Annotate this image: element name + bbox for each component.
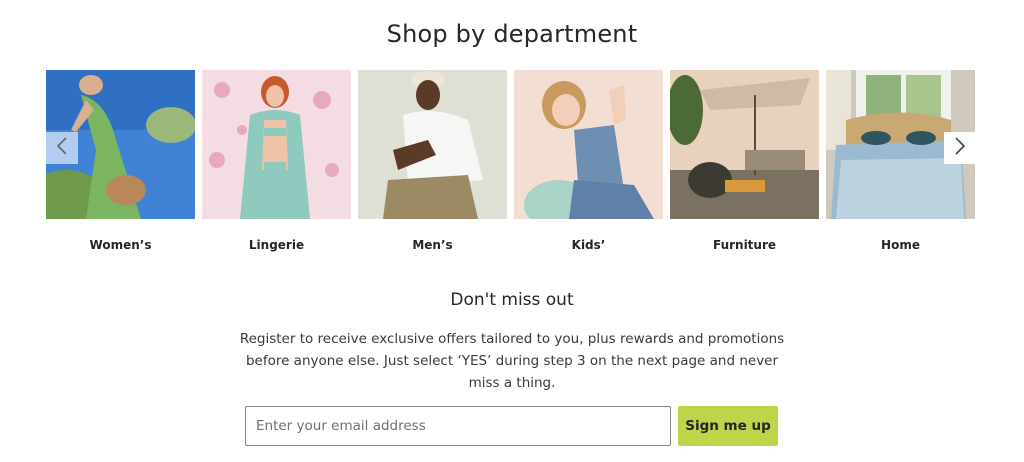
carousel-next-button[interactable] — [944, 132, 976, 164]
chevron-left-icon — [56, 137, 68, 159]
department-tile-mens[interactable]: Men’s — [358, 70, 507, 252]
chevron-right-icon — [954, 137, 966, 159]
furniture-image — [670, 70, 819, 219]
mens-image — [358, 70, 507, 219]
department-label: Furniture — [712, 238, 777, 252]
carousel-prev-button[interactable] — [46, 132, 78, 164]
newsletter-title: Don't miss out — [450, 290, 574, 310]
newsletter-description: Register to receive exclusive offers tai… — [239, 331, 785, 391]
department-label: Men’s — [412, 238, 453, 252]
department-label: Kids’ — [571, 238, 606, 252]
department-tile-furniture[interactable]: Furniture — [670, 70, 819, 252]
kids-image — [514, 70, 663, 219]
department-tile-lingerie[interactable]: Lingerie — [202, 70, 351, 252]
department-label: Women’s — [89, 238, 152, 252]
department-label: Lingerie — [248, 238, 305, 252]
email-input[interactable] — [245, 406, 671, 446]
department-label: Home — [881, 238, 920, 252]
department-carousel: Women’s Lingerie Men’s Kids’ Furniture H… — [46, 70, 977, 260]
department-tile-kids[interactable]: Kids’ — [514, 70, 663, 252]
section-title: Shop by department — [386, 20, 638, 48]
sign-me-up-button[interactable]: Sign me up — [678, 406, 778, 446]
lingerie-image — [202, 70, 351, 219]
